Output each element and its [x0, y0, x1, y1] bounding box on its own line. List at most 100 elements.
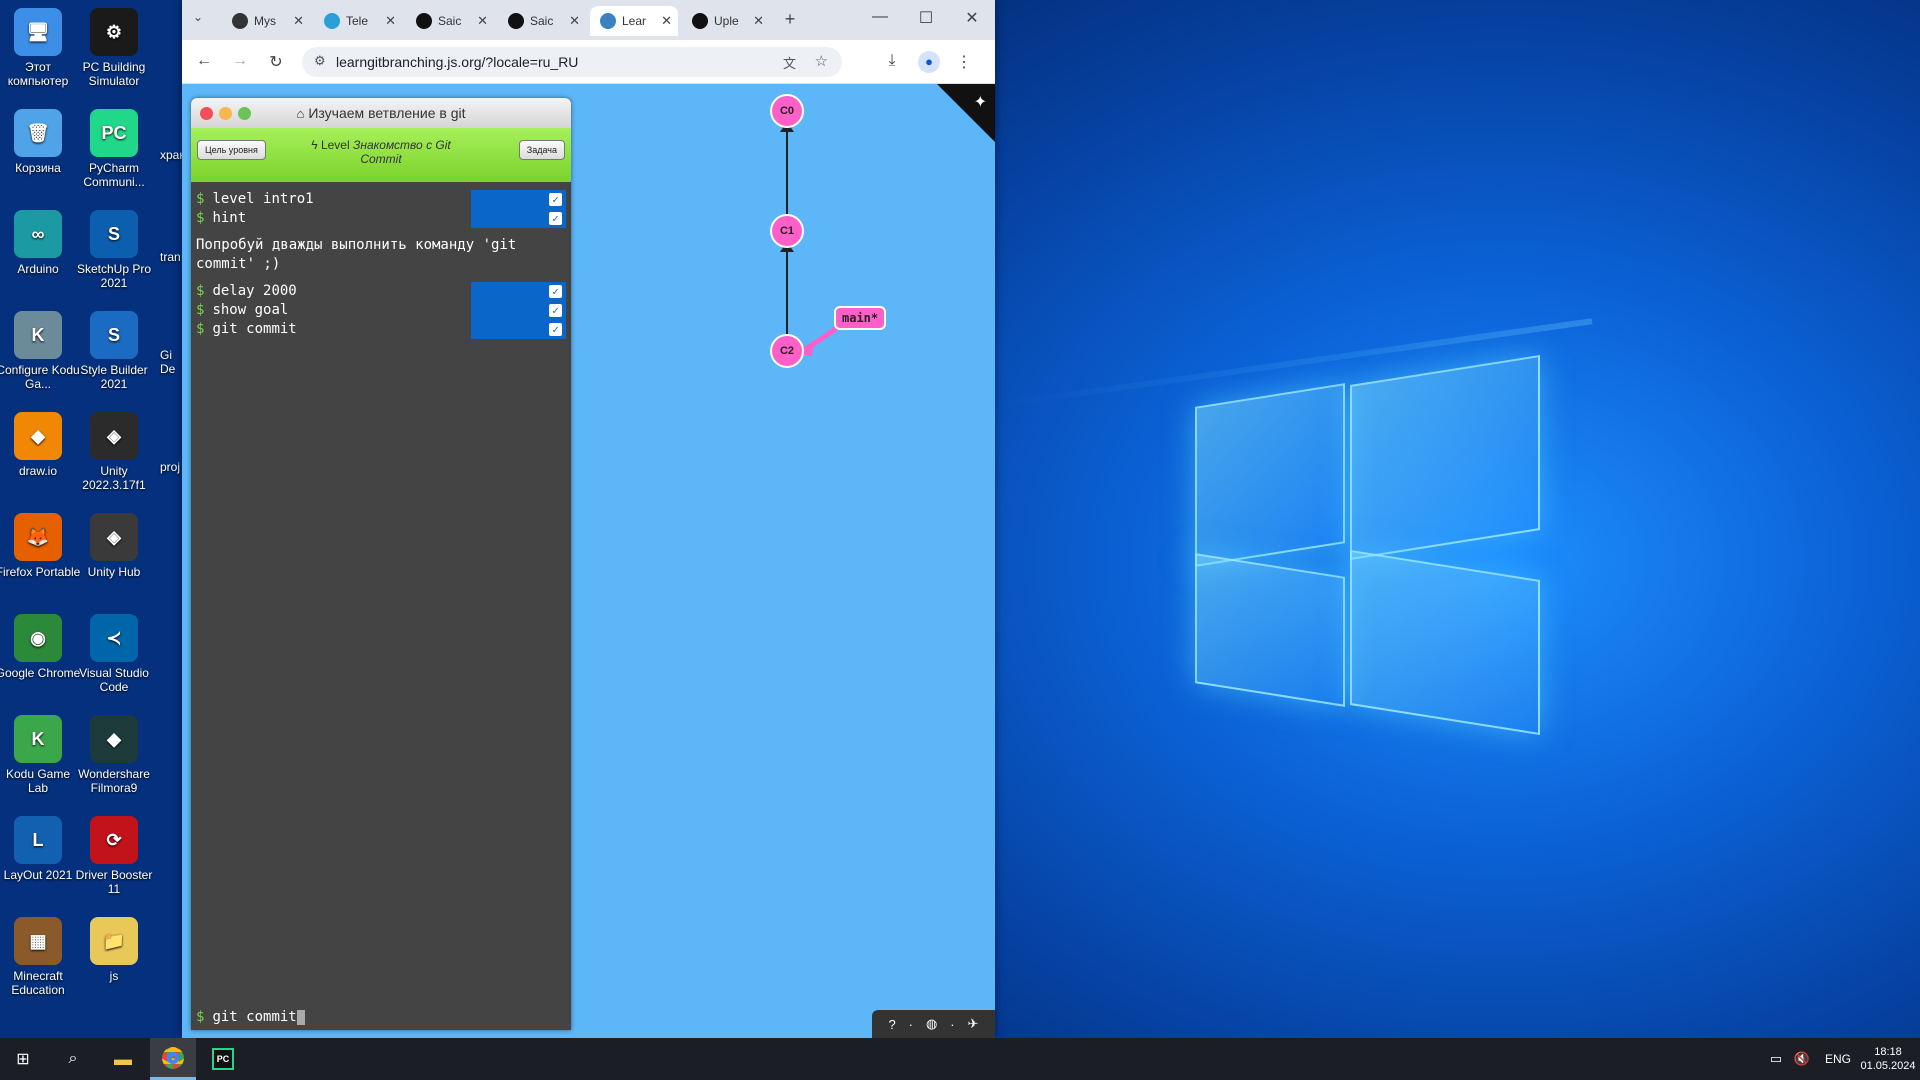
tab-strip: ⌄ Mys ✕ Tele ✕ Saic ✕ Saic ✕ Lear ✕ Uple ✕ + — ☐ ✕ — [182, 0, 995, 40]
browser-tab[interactable]: Saic ✕ — [498, 6, 586, 36]
browser-tab[interactable]: Mys ✕ — [222, 6, 310, 36]
network-icon[interactable]: ▭ — [1764, 1038, 1788, 1080]
desktop-icon-label: Unity 2022.3.17f1 — [82, 464, 146, 492]
commit-node[interactable]: C0 — [770, 94, 804, 128]
app-icon: S — [90, 311, 138, 359]
chrome-taskbar-icon[interactable] — [150, 1038, 196, 1080]
desktop-icon[interactable]: ◉ Google Chrome — [0, 614, 81, 680]
file-explorer-icon[interactable]: ▬ — [100, 1038, 146, 1080]
windows-logo-pane — [1195, 383, 1345, 567]
pycharm-taskbar-icon[interactable]: PC — [200, 1038, 246, 1080]
desktop-icon[interactable]: ◈ Unity Hub — [71, 513, 157, 579]
app-icon: ◈ — [90, 513, 138, 561]
back-icon[interactable]: ← — [194, 52, 214, 70]
menu-icon[interactable]: ⋮ — [954, 52, 974, 72]
desktop-icon[interactable]: PC PyCharm Communi... — [71, 109, 157, 189]
app-icon: 🖥 — [14, 8, 62, 56]
desktop-icon[interactable]: 🦊 Firefox Portable — [0, 513, 81, 579]
reload-icon[interactable]: ↻ — [266, 52, 286, 72]
desktop-icon[interactable]: ⚙ PC Building Simulator — [71, 8, 157, 88]
browser-tab[interactable]: Saic ✕ — [406, 6, 494, 36]
branch-label[interactable]: main* — [834, 306, 887, 330]
clock[interactable]: 18:18 01.05.2024 — [1858, 1038, 1918, 1080]
desktop-icon[interactable]: ▦ Minecraft Education — [0, 917, 81, 997]
close-tab-icon[interactable]: ✕ — [569, 13, 580, 29]
browser-tab[interactable]: Lear ✕ — [590, 6, 678, 36]
desktop-icon-label: LayOut 2021 — [3, 868, 73, 882]
browser-tab[interactable]: Uple ✕ — [682, 6, 770, 36]
github-icon — [416, 13, 432, 29]
url-text: learngitbranching.js.org/?locale=ru_RU — [336, 54, 579, 70]
maximize-icon[interactable]: ☐ — [916, 8, 936, 28]
clock-time: 18:18 — [1874, 1046, 1902, 1058]
desktop-icon[interactable]: ◈ Unity 2022.3.17f1 — [71, 412, 157, 492]
bottom-toolbar: ? · ◍ · ✈ — [872, 1010, 995, 1038]
app-icon: ⟳ — [90, 816, 138, 864]
learngitbranching-page: ⌂ Изучаем ветвление в git Цель уровня ϟ … — [182, 84, 995, 1038]
app-icon: L — [14, 816, 62, 864]
desktop-icon[interactable]: L LayOut 2021 — [0, 816, 81, 882]
close-tab-icon[interactable]: ✕ — [477, 13, 488, 29]
new-tab-button[interactable]: + — [780, 9, 800, 30]
search-icon[interactable]: ⌕ — [50, 1038, 96, 1080]
desktop-icon-label: PC Building Simulator — [82, 60, 146, 88]
desktop-icon-label: Unity Hub — [87, 565, 141, 579]
desktop-icon[interactable]: 📁 js — [71, 917, 157, 983]
desktop-icon-label: Minecraft Education — [11, 969, 65, 997]
download-icon[interactable]: ⤓ — [882, 52, 902, 70]
profile-icon[interactable]: ● — [918, 51, 940, 73]
desktop-icon[interactable]: ◆ Wondershare Filmora9 — [71, 715, 157, 795]
address-bar[interactable]: ⚙ learngitbranching.js.org/?locale=ru_RU… — [302, 47, 842, 77]
separator-dot: · — [950, 1016, 955, 1032]
desktop-icon-label: Driver Booster 11 — [75, 868, 153, 896]
forward-icon[interactable]: → — [230, 52, 250, 70]
app-icon: 🦊 — [14, 513, 62, 561]
pycharm-icon: PC — [212, 1048, 234, 1070]
desktop-icon[interactable]: K Kodu Game Lab — [0, 715, 81, 795]
desktop-icon[interactable]: K Configure Kodu Ga... — [0, 311, 81, 391]
desktop-icon-label: PyCharm Communi... — [83, 161, 145, 189]
desktop-icon[interactable]: 🖥 Этот компьютер — [0, 8, 81, 88]
browser-tab[interactable]: Tele ✕ — [314, 6, 402, 36]
desktop-icon[interactable]: ◆ draw.io — [0, 412, 81, 478]
desktop-icon-label: Visual Studio Code — [79, 666, 149, 694]
commit-node[interactable]: C2 — [770, 334, 804, 368]
close-tab-icon[interactable]: ✕ — [661, 13, 672, 29]
tab-search-icon[interactable]: ⌄ — [188, 10, 208, 24]
desktop-icon[interactable]: ⟳ Driver Booster 11 — [71, 816, 157, 896]
github-octocat-icon[interactable]: ✦ — [974, 92, 987, 112]
browser-window: ⌄ Mys ✕ Tele ✕ Saic ✕ Saic ✕ Lear ✕ Uple ✕ + — ☐ ✕ … — [182, 0, 995, 1038]
close-window-icon[interactable]: ✕ — [962, 8, 982, 28]
commit-node[interactable]: C1 — [770, 214, 804, 248]
globe-icon[interactable]: ◍ — [926, 1016, 937, 1032]
start-icon[interactable]: ⊞ — [0, 1038, 46, 1080]
close-tab-icon[interactable]: ✕ — [293, 13, 304, 29]
desktop-icon[interactable]: 🗑 Корзина — [0, 109, 81, 175]
tab-label: Mys — [254, 14, 276, 28]
app-icon: ⚙ — [90, 8, 138, 56]
tab-label: Saic — [530, 14, 554, 28]
chrome-icon — [162, 1046, 184, 1069]
translate-icon[interactable]: 文 — [783, 53, 796, 72]
github-icon — [508, 13, 524, 29]
app-icon: ▦ — [14, 917, 62, 965]
volume-muted-icon[interactable]: 🔇 — [1790, 1038, 1814, 1080]
desktop-icon-label: Firefox Portable — [0, 565, 81, 579]
app-icon: 🗑 — [14, 109, 62, 157]
close-tab-icon[interactable]: ✕ — [385, 13, 396, 29]
desktop-icon[interactable]: ∞ Arduino — [0, 210, 81, 276]
site-info-icon[interactable]: ⚙ — [314, 53, 326, 69]
bookmark-star-icon[interactable]: ☆ — [815, 52, 828, 70]
app-icon: 📁 — [90, 917, 138, 965]
desktop-icon[interactable]: ≺ Visual Studio Code — [71, 614, 157, 694]
desktop-icon-label: Wondershare Filmora9 — [78, 767, 150, 795]
language-indicator[interactable]: ENG — [1820, 1038, 1856, 1080]
help-icon[interactable]: ? — [888, 1017, 895, 1032]
desktop-icon-label: Kodu Game Lab — [5, 767, 71, 795]
app-icon: K — [14, 311, 62, 359]
twitter-icon[interactable]: ✈ — [968, 1016, 979, 1032]
desktop-icon[interactable]: S Style Builder 2021 — [71, 311, 157, 391]
minimize-icon[interactable]: — — [870, 8, 890, 26]
close-tab-icon[interactable]: ✕ — [753, 13, 764, 29]
desktop-icon[interactable]: S SketchUp Pro 2021 — [71, 210, 157, 290]
